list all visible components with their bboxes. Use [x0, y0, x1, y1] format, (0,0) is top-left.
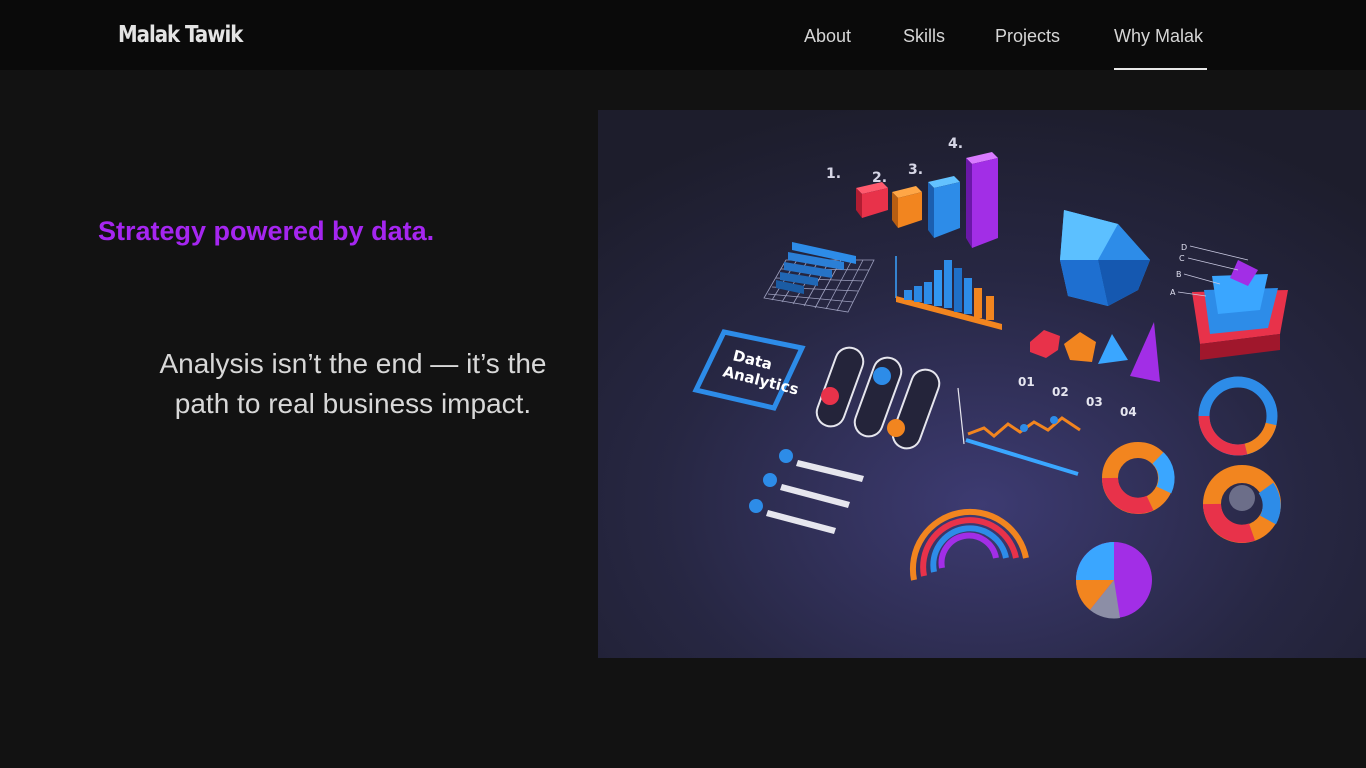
data-analytics-illustration: 1. 2. 3. 4. D C B A Data Analytics 01 02… — [598, 110, 1366, 658]
slider-knob-blue — [873, 367, 891, 385]
donut-chart-right — [1203, 465, 1281, 543]
rank-label-1: 1. — [826, 166, 841, 182]
brand-logo[interactable]: Malak Tawik — [118, 22, 243, 48]
pyramid-level-d: D — [1181, 243, 1187, 252]
rank-label-2: 2. — [872, 170, 887, 186]
slider-knob-orange — [887, 419, 905, 437]
pyramid-level-a: A — [1170, 288, 1176, 297]
active-nav-underline — [1114, 68, 1207, 70]
rank-label-4: 4. — [948, 136, 963, 152]
nav-link-why-malak[interactable]: Why Malak — [1114, 26, 1203, 47]
nav-link-about[interactable]: About — [804, 26, 851, 47]
step-label-01: 01 — [1018, 375, 1035, 389]
tagline-line-1: Analysis isn’t the end — it’s the — [159, 348, 547, 379]
hero-headline: Strategy powered by data. — [98, 216, 435, 246]
tagline-line-2: path to real business impact. — [174, 388, 532, 419]
rank-label-3: 3. — [908, 162, 923, 178]
nav-link-projects[interactable]: Projects — [995, 26, 1060, 47]
pyramid-level-b: B — [1176, 270, 1182, 279]
slider-knob-red — [821, 387, 839, 405]
top-navbar: Malak Tawik About Skills Projects Why Ma… — [0, 0, 1366, 70]
hero-tagline: Analysis isn’t the end — it’s the path t… — [98, 344, 608, 424]
nav-link-skills[interactable]: Skills — [903, 26, 945, 47]
step-label-02: 02 — [1052, 385, 1069, 399]
step-label-03: 03 — [1086, 395, 1103, 409]
pyramid-level-c: C — [1179, 254, 1185, 263]
step-label-04: 04 — [1120, 405, 1137, 419]
pie-chart — [1075, 542, 1152, 619]
